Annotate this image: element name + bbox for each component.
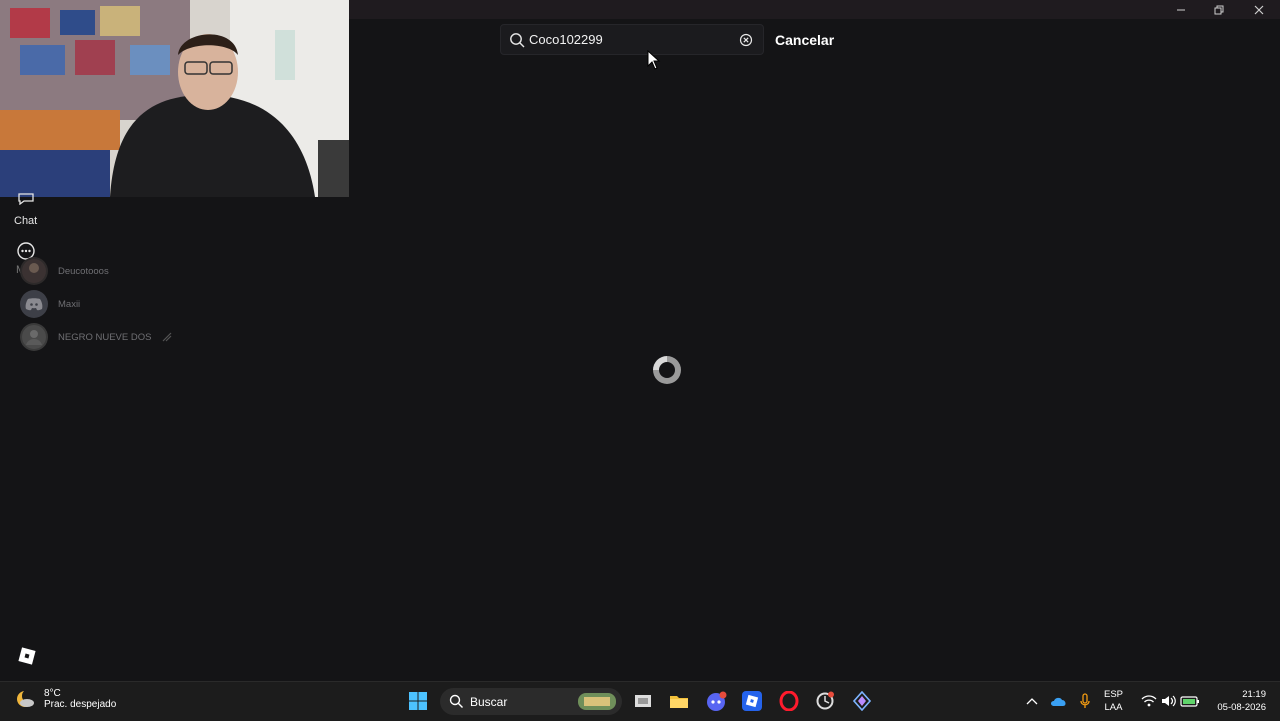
file-explorer-button[interactable] [666, 689, 692, 713]
friend-name: Maxii [58, 298, 81, 310]
friend-name: Deucotooos [58, 265, 109, 277]
opera-gx-button[interactable] [812, 689, 838, 713]
app-diamond-icon [853, 691, 871, 711]
task-view-icon [635, 695, 651, 707]
cancel-button[interactable]: Cancelar [775, 32, 834, 48]
weather-temp: 8°C [44, 688, 61, 699]
folder-icon [670, 696, 688, 708]
roblox-logo-icon[interactable] [18, 647, 36, 665]
taskbar: 8°C Prac. despejado Buscar ESP LAA 21:19… [0, 681, 1280, 721]
chat-icon [17, 193, 34, 205]
clock-time: 21:19 [1242, 689, 1266, 700]
tray-overflow-button[interactable] [1019, 689, 1045, 713]
discord-icon [707, 691, 727, 711]
windows-icon [409, 692, 427, 710]
close-icon [1254, 5, 1264, 14]
keyboard-layout: LAA [1104, 702, 1123, 713]
close-button[interactable] [1240, 0, 1278, 19]
friend-item[interactable]: Deucotooos [20, 257, 109, 285]
discord-button[interactable] [703, 689, 729, 713]
microphone-button[interactable] [1072, 689, 1098, 713]
restore-button[interactable] [1200, 0, 1238, 19]
minimize-icon [1177, 9, 1185, 10]
webcam-feed-image [0, 0, 349, 197]
wifi-icon [1141, 695, 1157, 707]
language-code: ESP [1104, 689, 1124, 700]
start-button[interactable] [405, 689, 431, 713]
speaker-icon [1162, 695, 1176, 707]
chevron-up-icon [1026, 698, 1038, 705]
taskbar-search-label: Buscar [470, 695, 508, 709]
avatar [20, 323, 48, 351]
friend-avatar-image [22, 259, 46, 283]
microphone-icon [1080, 693, 1090, 708]
weather-desc: Prac. despejado [44, 699, 117, 710]
search-highlight-image [578, 693, 616, 710]
minimize-button[interactable] [1162, 0, 1200, 19]
sidebar-item-chat[interactable]: Chat [14, 193, 37, 227]
clock-date: 05-08-2026 [1217, 702, 1266, 713]
language-indicator[interactable]: ESP LAA [1104, 688, 1123, 714]
search-input[interactable]: Coco102299 [500, 24, 764, 55]
task-view-button[interactable] [630, 689, 656, 713]
battery-button[interactable] [1177, 689, 1203, 713]
clear-search-icon[interactable] [739, 33, 753, 47]
roblox-app-icon [742, 691, 762, 711]
friend-item[interactable]: NEGRO NUEVE DOS [20, 323, 173, 351]
mouse-cursor-icon [647, 50, 661, 70]
search-icon [449, 694, 463, 708]
sidebar-item-label: Chat [14, 215, 38, 227]
avatar [20, 290, 48, 318]
opera-button[interactable] [776, 689, 802, 713]
weather-moon-icon [17, 689, 36, 707]
onedrive-button[interactable] [1046, 689, 1072, 713]
app-button[interactable] [849, 689, 875, 713]
opera-icon [779, 691, 799, 711]
weather-widget[interactable]: 8°C Prac. despejado [14, 688, 116, 710]
friend-item[interactable]: Maxii [20, 290, 80, 318]
taskbar-search[interactable]: Buscar [440, 688, 622, 715]
roblox-taskbar-button[interactable] [739, 689, 765, 713]
search-input-value: Coco102299 [529, 32, 603, 47]
battery-charging-icon [1180, 696, 1199, 707]
status-icon [163, 332, 172, 342]
friend-avatar-image [22, 325, 46, 349]
opera-gx-icon [816, 691, 834, 710]
discord-icon [25, 298, 43, 311]
loading-spinner [653, 356, 681, 384]
restore-icon [1214, 5, 1224, 14]
cloud-icon [1051, 697, 1066, 706]
friend-name: NEGRO NUEVE DOS [58, 331, 152, 343]
webcam-overlay [0, 0, 349, 197]
search-icon [510, 33, 525, 48]
clock[interactable]: 21:19 05-08-2026 [1210, 688, 1266, 714]
avatar [20, 257, 48, 285]
